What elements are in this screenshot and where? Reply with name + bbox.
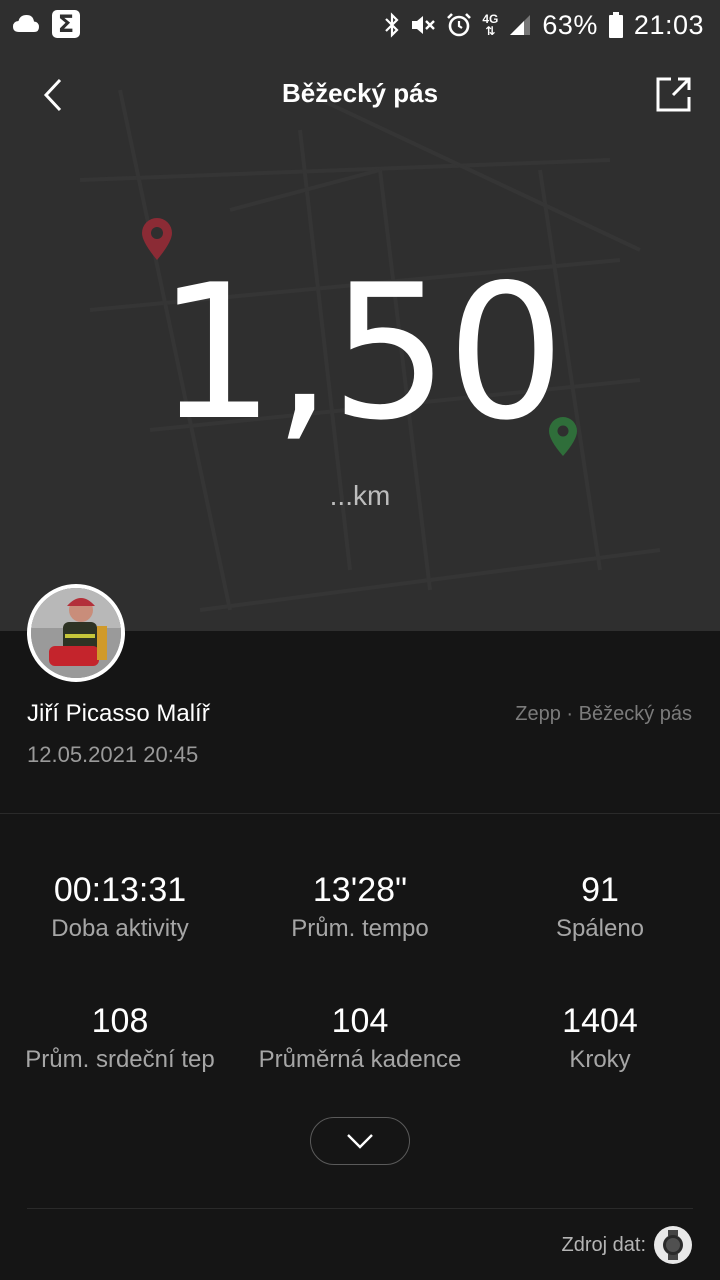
- stat-value: 1404: [562, 1002, 638, 1040]
- stat-value: 104: [331, 1002, 389, 1040]
- top-app-bar: Běžecký pás: [0, 50, 720, 140]
- source-app-label: Zepp · Běžecký pás: [515, 703, 692, 725]
- status-right: 4G ⇅ 63% 21:03: [384, 8, 704, 42]
- user-name: Jiří Picasso Malíř: [27, 700, 210, 727]
- sigma-app-icon: Σ: [52, 10, 80, 38]
- battery-percentage: 63%: [542, 9, 598, 40]
- cloud-icon: [13, 15, 39, 32]
- divider: [0, 813, 720, 814]
- distance-unit: ...km: [329, 480, 391, 511]
- signal-icon: [510, 15, 531, 35]
- distance-value: 1,50: [156, 244, 565, 461]
- stat-value: 91: [581, 871, 619, 909]
- watch-icon: [654, 1226, 692, 1264]
- workout-datetime: 12.05.2021 20:45: [27, 742, 199, 767]
- mute-icon: [412, 16, 436, 34]
- avatar-image: [31, 588, 121, 678]
- expand-stats-button[interactable]: [310, 1117, 410, 1165]
- stat-label: Spáleno: [555, 915, 645, 942]
- alarm-icon: [447, 13, 472, 37]
- stat-avg-cadence: 104 Průměrná kadence: [240, 1001, 480, 1077]
- share-button[interactable]: [654, 74, 694, 114]
- stat-label: Prům. srdeční tep: [25, 1046, 215, 1073]
- status-left: Σ: [12, 10, 80, 38]
- status-bar: Σ 4G ⇅ 63% 21:03: [0, 0, 720, 50]
- chevron-down-icon: [347, 1134, 373, 1149]
- stat-calories: 91 Spáleno: [480, 870, 720, 946]
- stat-avg-pace: 13'28" Prům. tempo: [240, 870, 480, 946]
- network-type: 4G ⇅: [482, 12, 499, 38]
- stat-value: 13'28": [312, 871, 408, 909]
- battery-icon: [608, 12, 623, 38]
- page-title: Běžecký pás: [281, 78, 439, 108]
- stat-activity-time: 00:13:31 Doba aktivity: [0, 870, 240, 946]
- workout-map-hero: Běžecký pás 1,50 ...km: [0, 50, 720, 631]
- data-source[interactable]: Zdroj dat:: [562, 1226, 692, 1264]
- stat-label: Prům. tempo: [291, 915, 429, 942]
- stat-value: 00:13:31: [53, 871, 187, 909]
- data-source-label: Zdroj dat:: [561, 1233, 646, 1256]
- clock: 21:03: [633, 9, 704, 40]
- divider: [27, 1208, 693, 1209]
- bluetooth-icon: [385, 12, 399, 38]
- stat-label: Doba aktivity: [51, 915, 189, 942]
- stat-label: Kroky: [569, 1046, 631, 1073]
- stat-value: 108: [91, 1002, 149, 1040]
- stat-steps: 1404 Kroky: [480, 1001, 720, 1077]
- stat-avg-heart-rate: 108 Prům. srdeční tep: [0, 1001, 240, 1077]
- stat-label: Průměrná kadence: [258, 1046, 462, 1073]
- avatar[interactable]: [27, 584, 125, 682]
